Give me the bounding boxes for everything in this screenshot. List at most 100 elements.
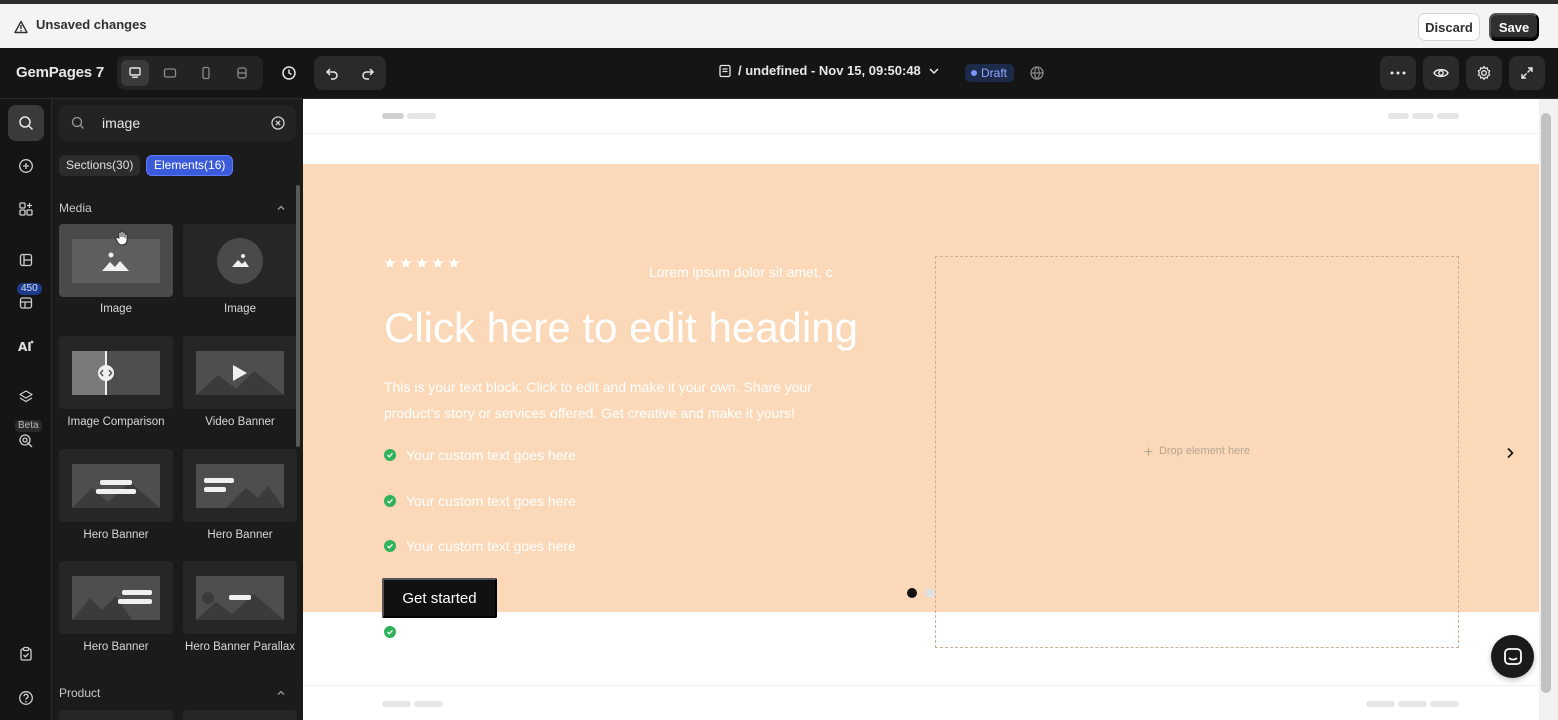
ai-icon[interactable]: AI (8, 328, 44, 364)
discard-button[interactable]: Discard (1418, 13, 1480, 41)
theme-palette-icon[interactable] (8, 242, 44, 278)
list-item[interactable]: Your custom text goes here (384, 538, 576, 554)
add-element-icon[interactable] (8, 148, 44, 184)
undo-redo-group (314, 56, 386, 90)
canvas-scrollbar[interactable] (1539, 99, 1558, 720)
header-skeleton (1388, 113, 1409, 119)
list-item[interactable]: Your custom text goes here (384, 447, 576, 463)
globe-icon[interactable] (1022, 58, 1052, 88)
scrollbar-thumb[interactable] (1541, 113, 1551, 693)
get-started-button[interactable]: Get started (382, 578, 497, 618)
mobile-icon[interactable] (192, 60, 220, 86)
more-icon[interactable] (1380, 56, 1416, 90)
element-tile-hero-banner[interactable] (59, 449, 173, 522)
search-box[interactable]: image (59, 105, 296, 141)
footer-skeleton (414, 701, 443, 707)
element-label: Hero Banner (83, 529, 149, 541)
fullscreen-expand-icon[interactable] (1509, 56, 1545, 90)
help-icon[interactable] (8, 680, 44, 716)
element-label: Image (100, 303, 132, 315)
list-item-text: Your custom text goes here (406, 447, 576, 463)
undo-icon[interactable] (317, 58, 347, 88)
preview-eye-icon[interactable] (1423, 56, 1459, 90)
left-rail: 450 AI Beta (0, 99, 52, 720)
header-skeleton (382, 113, 404, 119)
element-tile-hero-banner-right[interactable] (59, 561, 173, 634)
element-label: Image Comparison (67, 416, 165, 428)
check-icon (384, 540, 396, 552)
element-tile-product[interactable] (183, 710, 297, 720)
warning-icon (14, 20, 28, 34)
drop-zone[interactable]: Drop element here (935, 256, 1459, 648)
footer-skeleton (382, 701, 411, 707)
templates-icon[interactable] (8, 285, 44, 321)
chevron-right-icon[interactable] (1503, 446, 1517, 460)
clipboard-check-icon[interactable] (8, 636, 44, 672)
settings-gear-icon[interactable] (1466, 56, 1502, 90)
plus-icon (1144, 447, 1153, 456)
image-circle-icon (216, 237, 264, 285)
element-label: Hero Banner Parallax (185, 641, 295, 653)
tab-sections[interactable]: Sections(30) (59, 155, 141, 176)
layers-icon[interactable] (8, 379, 44, 415)
carousel-dots (907, 588, 935, 598)
element-label: Video Banner (205, 416, 275, 428)
editor-toolbar: GemPages 7 / undefined - Nov 15, 09:50:4… (0, 48, 1558, 99)
page-icon (718, 64, 732, 78)
page-title: / undefined - Nov 15, 09:50:48 (738, 63, 921, 78)
save-button[interactable]: Save (1489, 13, 1539, 41)
tablet-landscape-icon[interactable] (156, 60, 184, 86)
chevron-up-icon[interactable] (275, 202, 287, 214)
search-icon[interactable] (8, 105, 44, 141)
list-item[interactable]: Your custom text goes here (384, 624, 576, 640)
clear-search-icon[interactable] (270, 115, 286, 131)
carousel-dot[interactable] (925, 588, 935, 598)
panel-scrollbar[interactable] (296, 185, 300, 447)
search-input[interactable]: image (102, 115, 140, 131)
target-cursor-icon[interactable] (8, 423, 44, 459)
rating-stars (384, 257, 460, 269)
status-badge: Draft (965, 64, 1015, 82)
element-tile-hero-banner-parallax[interactable] (183, 561, 297, 634)
redo-icon[interactable] (353, 58, 383, 88)
tab-elements[interactable]: Elements(16) (146, 155, 234, 176)
chat-support-icon[interactable] (1491, 635, 1534, 678)
list-item[interactable]: Your custom text goes here (384, 493, 576, 509)
carousel-dot[interactable] (907, 588, 917, 598)
desktop-icon[interactable] (121, 60, 149, 86)
element-tile-hero-banner-left[interactable] (183, 449, 297, 522)
apps-grid-icon[interactable] (8, 191, 44, 227)
element-label: Image (224, 303, 256, 315)
svg-text:AI: AI (18, 340, 32, 354)
page-selector[interactable]: / undefined - Nov 15, 09:50:48 (718, 63, 941, 78)
element-tile-video-banner[interactable] (183, 336, 297, 409)
header-skeleton (1437, 113, 1459, 119)
chevron-down-icon (927, 64, 941, 78)
responsive-icon[interactable] (228, 60, 256, 86)
star-icon (384, 257, 396, 268)
footer-skeleton (1398, 701, 1427, 707)
element-tile-product[interactable] (59, 710, 173, 720)
element-label: Hero Banner (207, 529, 273, 541)
element-tile-image-comparison[interactable] (59, 336, 173, 409)
star-icon (448, 257, 460, 268)
footer-skeleton (1430, 701, 1459, 707)
category-product: Product (59, 686, 101, 700)
element-tile-image[interactable] (59, 224, 173, 297)
editor-window: Unsaved changes Discard Save GemPages 7 (0, 0, 1558, 720)
hero-banner-right-icon (72, 576, 160, 620)
list-item-text: Your custom text goes here (406, 624, 576, 640)
header-skeleton (407, 113, 436, 119)
hero-paragraph[interactable]: This is your text block. Click to edit a… (384, 374, 854, 426)
hero-lorem-text[interactable]: Lorem ipsum dolor sit amet, c (649, 264, 833, 280)
hero-heading[interactable]: Click here to edit heading (384, 304, 858, 352)
hand-cursor-icon (115, 230, 129, 246)
chevron-up-icon[interactable] (275, 687, 287, 699)
drop-zone-label: Drop element here (936, 445, 1458, 457)
history-icon[interactable] (274, 58, 304, 88)
hero-section[interactable]: Lorem ipsum dolor sit amet, c Click here… (303, 164, 1539, 648)
header-divider (303, 133, 1539, 134)
element-tile-image-circle[interactable] (183, 224, 297, 297)
drop-zone-text: Drop element here (1158, 445, 1251, 457)
check-icon (384, 495, 396, 507)
